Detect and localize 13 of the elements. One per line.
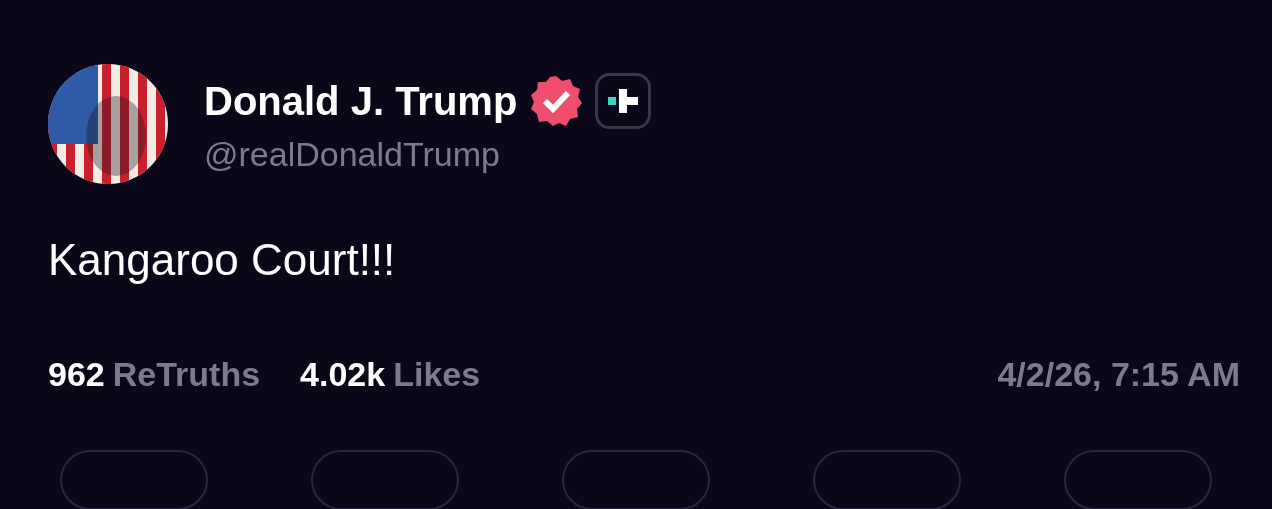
action-button[interactable] xyxy=(813,450,961,509)
post-timestamp: 4/2/26, 7:15 AM xyxy=(997,354,1240,395)
stat-label[interactable]: Likes xyxy=(393,349,481,400)
stat-count: 962 xyxy=(48,354,105,395)
action-button[interactable] xyxy=(1064,450,1212,509)
action-button[interactable] xyxy=(60,450,208,509)
stat-label[interactable]: ReTruths xyxy=(112,349,261,400)
author-handle[interactable]: @realDonaldTrump xyxy=(204,132,652,176)
action-button[interactable] xyxy=(311,450,459,509)
stat-count: 4.02k xyxy=(300,354,386,395)
author-name[interactable]: Donald J. Trump xyxy=(204,75,518,126)
post-text: Kangaroo Court!!! xyxy=(48,234,397,286)
action-button[interactable] xyxy=(562,450,710,509)
